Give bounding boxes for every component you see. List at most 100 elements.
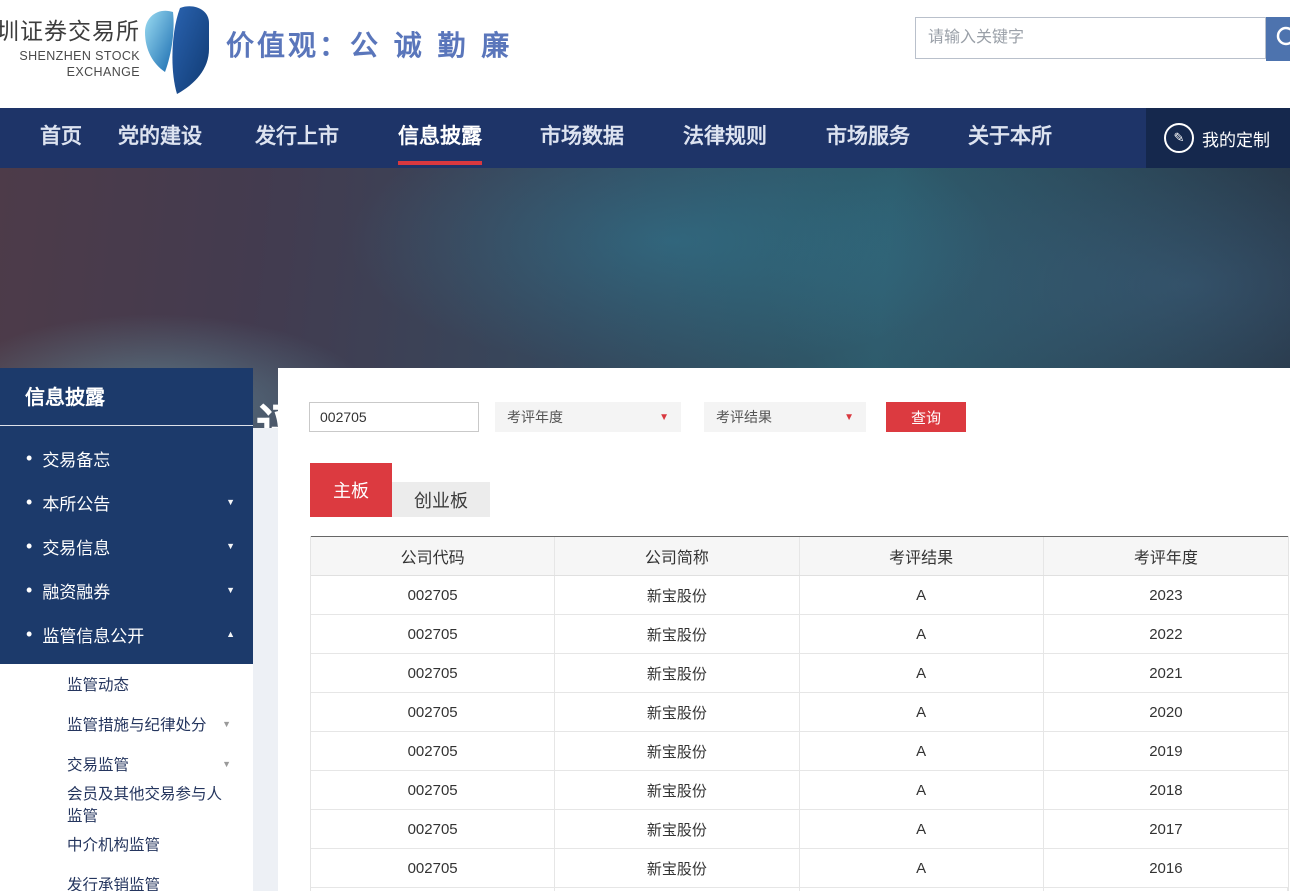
sidebar-item-0[interactable]: • 交易备忘 [0,436,253,480]
table-cell: A [800,576,1044,614]
nav-item-home[interactable]: 首页 [40,108,82,168]
search-icon [1266,18,1290,61]
brand[interactable]: 深圳证券交易所 SHENZHEN STOCK EXCHANGE [0,12,140,92]
table-row: 002705新宝股份A2020 [311,693,1288,732]
nav-item-about[interactable]: 关于本所 [968,108,1052,168]
eval-year-select[interactable]: 考评年度 ▼ [495,402,681,432]
nav-item-party-building[interactable]: 党的建设 [118,108,202,168]
sidebar-subitem-label: 交易监管 [67,753,129,775]
chevron-down-icon: ▼ [226,585,235,595]
sidebar: 信息披露 •交易备忘•本所公告▼•交易信息▼•融资融券▼•监管信息公开▲ 监管动… [0,368,253,891]
query-button[interactable]: 查询 [886,402,966,432]
customize-icon: ✎ [1164,123,1194,153]
sidebar-subitems: 监管动态监管措施与纪律处分▼ 交易监管 ▼ 会员及其他交易参与人监管中介机构监管发行承… [0,664,253,891]
table-row: 002705新宝股份A2022 [311,615,1288,654]
eval-result-select[interactable]: 考评结果 ▼ [704,402,866,432]
chevron-up-icon: ▲ [226,629,235,639]
sidebar-item-label: 本所公告 [42,490,110,515]
table-cell: 新宝股份 [555,810,799,848]
table-cell: 002705 [311,615,555,653]
table-cell: 新宝股份 [555,576,799,614]
site-search-input[interactable] [915,17,1266,59]
sidebar-main-group: 信息披露 •交易备忘•本所公告▼•交易信息▼•融资融券▼•监管信息公开▲ [0,368,253,664]
table-cell: 新宝股份 [555,693,799,731]
sidebar-item-label: 交易信息 [42,534,110,559]
sidebar-subitem-0[interactable]: 监管动态 [0,664,253,704]
chevron-down-icon: ▼ [222,759,231,769]
sidebar-subitem-3[interactable]: 会员及其他交易参与人监管 [0,784,253,824]
nav-item-disclosure[interactable]: 信息披露 [398,108,482,168]
org-name-en: SHENZHEN STOCK EXCHANGE [0,48,140,80]
table-row: 002705新宝股份A2023 [311,576,1288,615]
sidebar-item-label: 融资融券 [42,578,110,603]
table-header-cell: 考评年度 [1044,537,1288,575]
nav-item-market-data[interactable]: 市场数据 [540,108,624,168]
szse-logo-icon [143,5,211,100]
table-cell: 新宝股份 [555,849,799,887]
table-cell: A [800,693,1044,731]
table-cell: 2017 [1044,810,1288,848]
table-cell: A [800,615,1044,653]
table-row: 002705新宝股份A2021 [311,654,1288,693]
evaluation-table: 公司代码公司简称考评结果考评年度 002705新宝股份A2023002705新宝… [310,536,1289,891]
company-code-input[interactable] [309,402,479,432]
table-cell: 2018 [1044,771,1288,809]
sidebar-subitem-5[interactable]: 发行承销监管 [0,864,253,891]
table-cell: A [800,810,1044,848]
chevron-down-icon: ▼ [226,541,235,551]
table-cell: 新宝股份 [555,615,799,653]
eval-result-select-label: 考评结果 [716,407,772,427]
sidebar-item-label: 交易备忘 [42,446,110,471]
table-cell: 2022 [1044,615,1288,653]
table-cell: 2019 [1044,732,1288,770]
table-header-cell: 公司简称 [555,537,799,575]
sidebar-item-3[interactable]: • 融资融券 ▼ [0,568,253,612]
table-row: 002705新宝股份A2016 [311,849,1288,888]
sidebar-subitem-label: 发行承销监管 [67,873,160,891]
table-cell: 002705 [311,771,555,809]
table-cell: 2023 [1044,576,1288,614]
table-cell: A [800,654,1044,692]
dropdown-arrow-icon: ▼ [844,412,854,423]
sidebar-item-label: 监管信息公开 [42,622,144,647]
table-cell: 2016 [1044,849,1288,887]
table-cell: 新宝股份 [555,654,799,692]
my-custom-button[interactable]: ✎ 我的定制 [1146,108,1290,168]
table-row: 002705新宝股份A2018 [311,771,1288,810]
sidebar-item-4[interactable]: •监管信息公开▲ [0,612,253,656]
sidebar-subitem-1[interactable]: 监管措施与纪律处分▼ [0,704,253,744]
sidebar-subitem-label: 监管动态 [67,673,129,695]
nav-item-rules[interactable]: 法律规则 [683,108,767,168]
sidebar-subitem-label: 会员及其他交易参与人监管 [67,782,231,826]
table-header-row: 公司代码公司简称考评结果考评年度 [311,536,1288,576]
chevron-down-icon: ▼ [222,719,231,729]
org-name-cn: 深圳证券交易所 [0,12,140,46]
bullet-icon: • [26,449,32,467]
page: 深圳证券交易所 SHENZHEN STOCK EXCHANGE 价值观：公 诚 … [0,0,1290,891]
search-button[interactable] [1266,17,1290,61]
table-cell: A [800,732,1044,770]
tab-main-board[interactable]: 主板 [310,463,392,517]
nav-item-listing[interactable]: 发行上市 [255,108,339,168]
sidebar-items: •交易备忘•本所公告▼•交易信息▼•融资融券▼•监管信息公开▲ [0,426,253,656]
dropdown-arrow-icon: ▼ [659,412,669,423]
table-cell: 002705 [311,849,555,887]
nav-item-market-services[interactable]: 市场服务 [826,108,910,168]
bullet-icon: • [26,581,32,599]
table-cell: 002705 [311,693,555,731]
tab-chinext-board[interactable]: 创业板 [392,482,490,517]
bullet-icon: • [26,493,32,511]
content-panel: 考评年度 ▼ 考评结果 ▼ 查询 主板 创业板 公司代码公司简称考评结果考评年度… [278,368,1290,891]
sidebar-item-2[interactable]: • 交易信息 ▼ [0,524,253,568]
main-nav: 首页党的建设发行上市信息披露市场数据法律规则市场服务关于本所 ✎ 我的定制 [0,108,1290,168]
sidebar-subitem-2[interactable]: 交易监管 ▼ [0,744,253,784]
bullet-icon: • [26,537,32,555]
table-row: 002705新宝股份A2019 [311,732,1288,771]
sidebar-item-1[interactable]: •本所公告▼ [0,480,253,524]
sidebar-subitem-4[interactable]: 中介机构监管 [0,824,253,864]
table-cell: 新宝股份 [555,771,799,809]
my-custom-label: 我的定制 [1202,126,1270,151]
table-cell: 002705 [311,576,555,614]
table-cell: 002705 [311,810,555,848]
sidebar-title: 信息披露 [0,368,253,426]
